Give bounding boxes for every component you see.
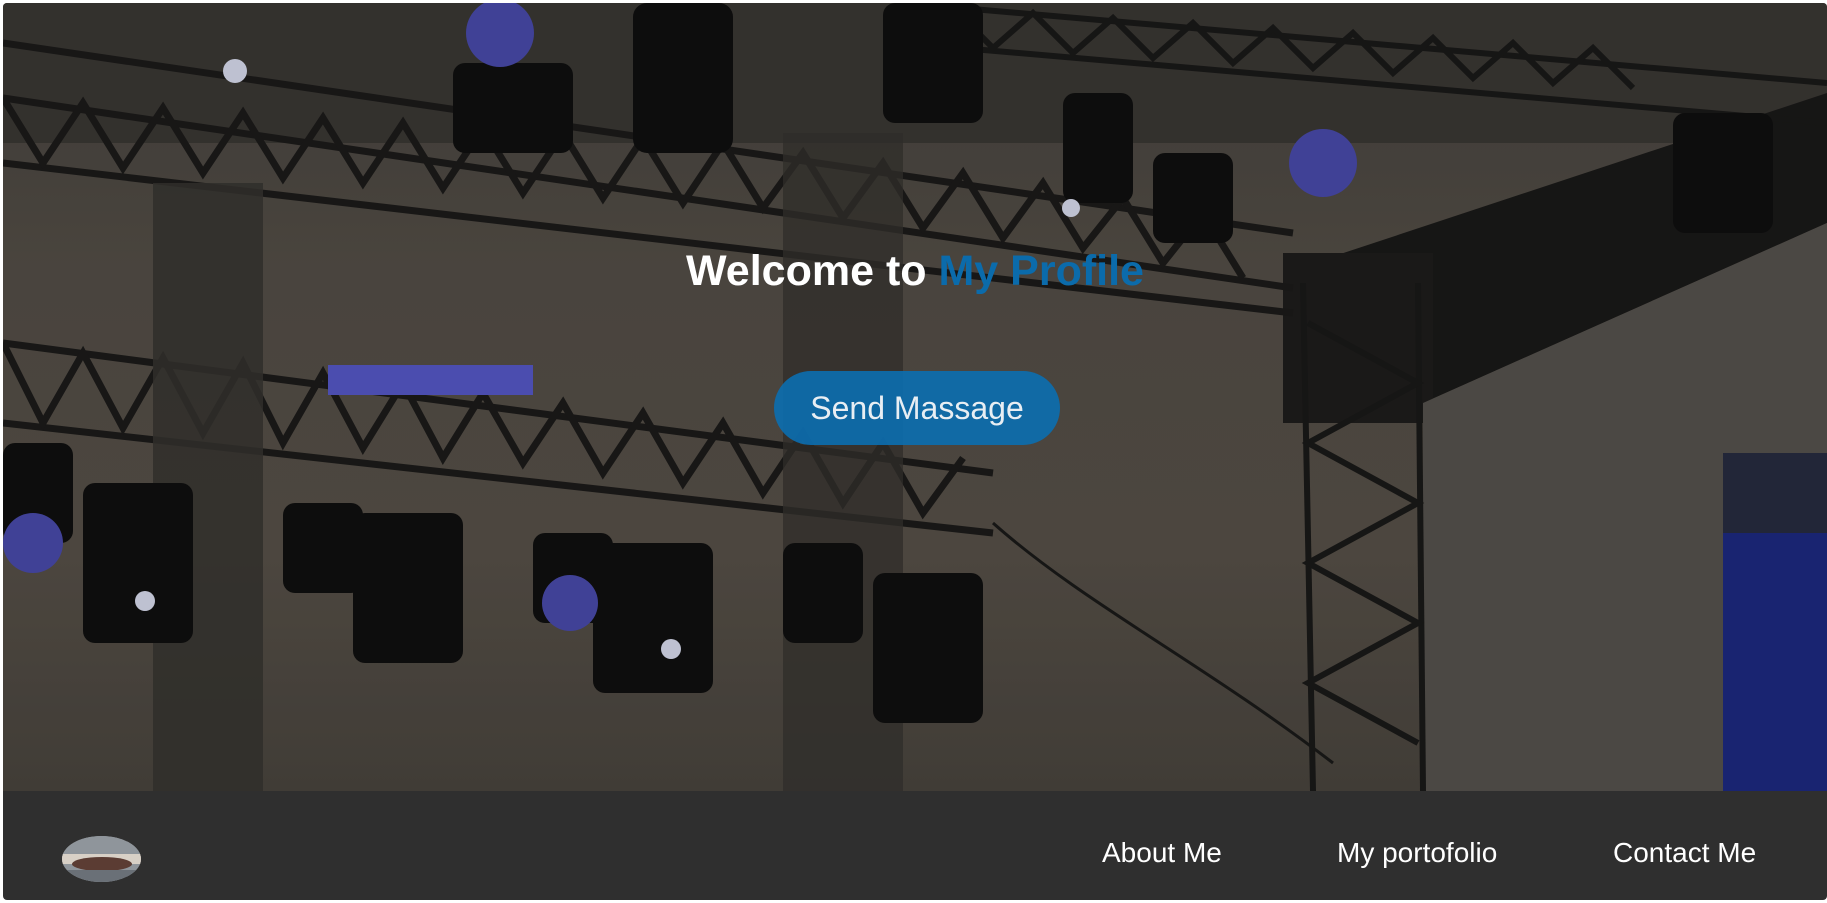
nav-contact-me[interactable]: Contact Me <box>1613 835 1756 871</box>
bottom-navbar: About Me My portofolio Contact Me <box>3 791 1827 900</box>
hero-section: Welcome to My Profile Send Massage <box>3 3 1827 791</box>
nav-about-me[interactable]: About Me <box>1102 835 1222 871</box>
hero-title-accent: My Profile <box>938 247 1144 295</box>
page-frame: Welcome to My Profile Send Massage About… <box>3 3 1827 900</box>
hero-title: Welcome to My Profile <box>3 243 1827 299</box>
hero-title-prefix: Welcome to <box>686 247 939 295</box>
avatar-image-icon <box>62 836 141 882</box>
profile-avatar-logo[interactable] <box>62 836 141 882</box>
send-message-button[interactable]: Send Massage <box>774 371 1060 445</box>
nav-my-portfolio[interactable]: My portofolio <box>1337 835 1497 871</box>
